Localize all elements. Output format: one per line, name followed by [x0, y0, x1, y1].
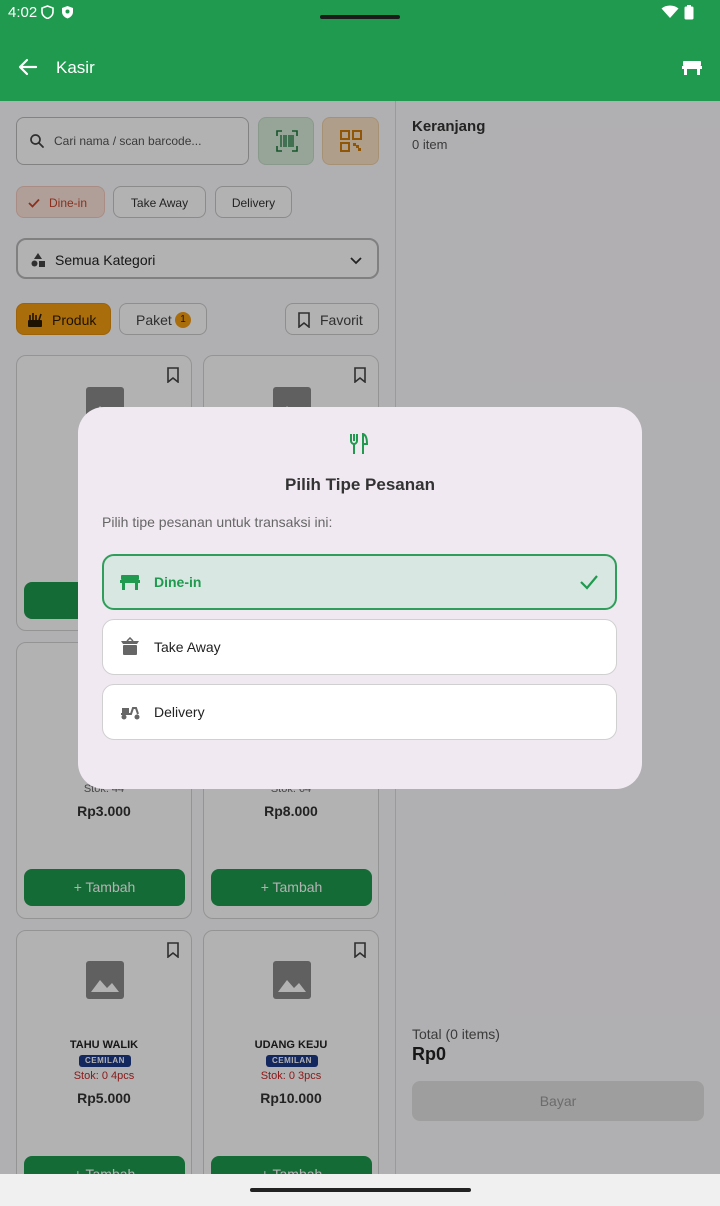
check-icon — [580, 575, 598, 590]
scooter-icon — [121, 707, 140, 720]
wifi-icon — [661, 5, 679, 18]
security-shield-icon — [62, 6, 73, 19]
restaurant-icon — [350, 433, 369, 454]
option-dine-in[interactable]: Dine-in — [102, 554, 617, 610]
order-type-dialog: Pilih Tipe Pesanan Pilih tipe pesanan un… — [78, 407, 642, 789]
page-title: Kasir — [56, 58, 95, 77]
vpn-shield-icon — [41, 5, 54, 19]
dialog-title: Pilih Tipe Pesanan — [285, 475, 435, 494]
back-arrow-icon[interactable] — [16, 55, 40, 79]
home-gesture-handle[interactable] — [250, 1188, 471, 1192]
dialog-subtitle: Pilih tipe pesanan untuk transaksi ini: — [102, 514, 333, 530]
app-bar: Kasir — [0, 28, 720, 101]
option-delivery[interactable]: Delivery — [102, 684, 617, 740]
table-icon — [120, 575, 140, 590]
option-label: Delivery — [154, 704, 205, 720]
camera-notch — [320, 15, 400, 19]
option-take-away[interactable]: Take Away — [102, 619, 617, 675]
status-time: 4:02 — [8, 4, 38, 21]
option-label: Take Away — [154, 639, 221, 655]
table-icon[interactable] — [680, 55, 704, 79]
navigation-bar — [0, 1174, 720, 1206]
takeaway-box-icon — [121, 637, 139, 655]
battery-icon — [684, 5, 694, 20]
status-bar: 4:02 — [0, 0, 720, 28]
option-label: Dine-in — [154, 574, 202, 590]
